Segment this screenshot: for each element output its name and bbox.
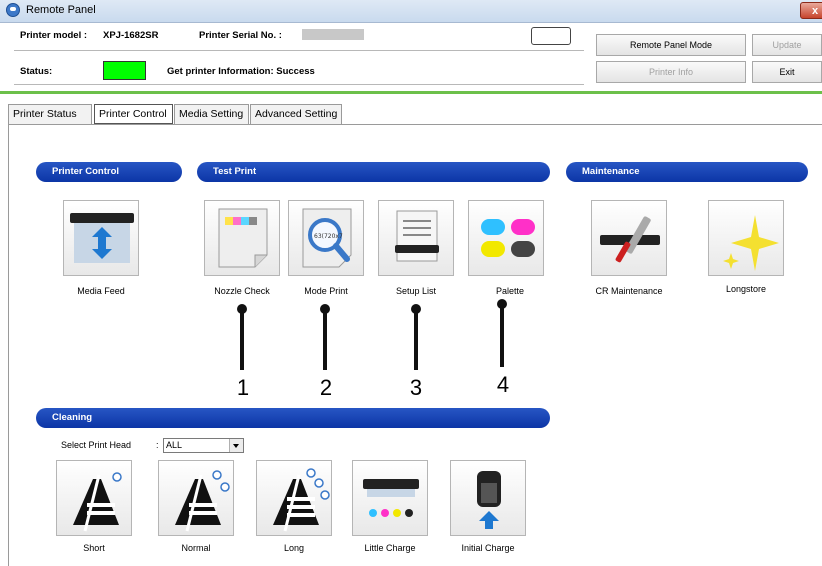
status-label: Status:	[20, 66, 53, 77]
select-colon: :	[156, 440, 159, 450]
serial-label: Printer Serial No. :	[199, 30, 282, 41]
callout-pin	[414, 310, 418, 370]
serial-box	[531, 27, 571, 45]
accent-divider	[0, 91, 822, 94]
media-feed-button[interactable]	[63, 200, 139, 276]
mode-print-icon: 63(720x7	[302, 208, 352, 268]
section-test-print: Test Print	[197, 162, 550, 182]
header-divider	[14, 50, 584, 51]
longstore-button[interactable]	[708, 200, 784, 276]
callout-number-3: 3	[409, 375, 423, 400]
clean-normal-button[interactable]	[158, 460, 234, 536]
callout-pin	[323, 310, 327, 370]
head-clean-short-icon	[73, 472, 122, 532]
callout-number-1: 1	[236, 375, 250, 400]
nozzle-check-icon	[218, 208, 268, 268]
remote-panel-mode-button[interactable]: Remote Panel Mode	[596, 34, 746, 56]
tab-printer-control[interactable]: Printer Control	[94, 104, 173, 124]
cr-maintenance-label: CR Maintenance	[595, 286, 663, 296]
status-indicator	[103, 61, 146, 80]
initial-charge-label: Initial Charge	[461, 543, 515, 553]
printer-model-label: Printer model :	[20, 30, 88, 41]
head-clean-normal-icon	[175, 470, 230, 532]
mode-print-button[interactable]: 63(720x7	[288, 200, 364, 276]
palette-button[interactable]	[468, 200, 544, 276]
nozzle-check-button[interactable]	[204, 200, 280, 276]
exit-button[interactable]: Exit	[752, 61, 822, 83]
palette-icon	[481, 219, 535, 257]
tab-divider	[8, 124, 822, 125]
app-icon	[6, 3, 20, 17]
callout-number-2: 2	[319, 375, 333, 400]
clean-short-label: Short	[83, 543, 105, 553]
clean-normal-label: Normal	[181, 543, 211, 553]
callout-pin	[500, 305, 504, 367]
section-cleaning: Cleaning	[36, 408, 550, 428]
setup-list-icon	[395, 210, 439, 262]
panel-border	[8, 124, 9, 566]
clean-long-label: Long	[283, 543, 305, 553]
title-bar	[0, 0, 822, 23]
window-title: Remote Panel	[26, 4, 96, 16]
longstore-label: Longstore	[725, 284, 767, 294]
mode-print-icon-text: 63(720x7	[314, 233, 343, 240]
little-charge-label: Little Charge	[364, 543, 416, 553]
tab-media-setting[interactable]: Media Setting	[174, 104, 249, 124]
header-divider	[14, 84, 584, 85]
media-feed-label: Media Feed	[77, 286, 125, 296]
callout-number-4: 4	[496, 372, 510, 397]
head-clean-long-icon	[273, 468, 330, 532]
little-charge-icon	[363, 479, 419, 517]
initial-charge-button[interactable]	[450, 460, 526, 536]
section-maintenance: Maintenance	[566, 162, 808, 182]
tab-printer-status[interactable]: Printer Status	[8, 104, 92, 124]
clean-long-button[interactable]	[256, 460, 332, 536]
little-charge-button[interactable]	[352, 460, 428, 536]
tab-advanced-setting[interactable]: Advanced Setting	[250, 104, 342, 124]
callout-pin	[240, 310, 244, 370]
sparkle-icon	[723, 215, 779, 271]
printer-model-value: XPJ-1682SR	[103, 30, 159, 41]
chevron-down-icon[interactable]	[229, 439, 243, 452]
palette-label: Palette	[495, 286, 525, 296]
clean-short-button[interactable]	[56, 460, 132, 536]
ink-tank-icon	[477, 471, 501, 529]
close-button[interactable]: x	[800, 2, 822, 19]
select-print-head-label: Select Print Head	[61, 440, 132, 450]
section-printer-control: Printer Control	[36, 162, 182, 182]
print-head-select-value: ALL	[166, 440, 183, 450]
printer-info-button[interactable]: Printer Info	[596, 61, 746, 83]
status-message: Get printer Information: Success	[167, 66, 315, 77]
update-button[interactable]: Update	[752, 34, 822, 56]
setup-list-button[interactable]	[378, 200, 454, 276]
print-head-select[interactable]: ALL	[163, 438, 244, 453]
serial-value	[302, 29, 364, 40]
cr-maintenance-button[interactable]	[591, 200, 667, 276]
cr-maintenance-icon	[600, 216, 660, 263]
media-feed-icon	[70, 213, 134, 263]
